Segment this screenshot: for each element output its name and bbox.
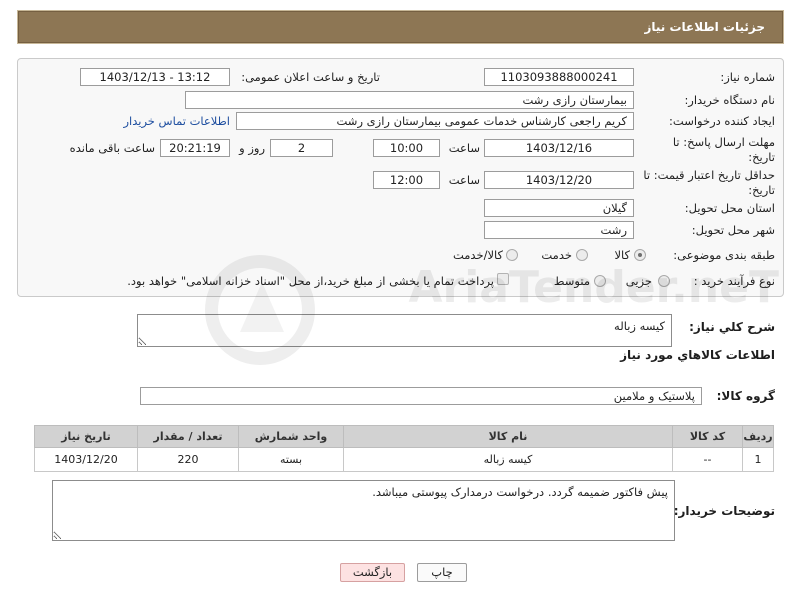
- province-field[interactable]: [484, 199, 634, 217]
- province-label: استان محل تحویل:: [684, 201, 775, 215]
- buyer-contact-link[interactable]: اطلاعات تماس خریدار: [123, 113, 230, 129]
- process-option-minor-label: جزیی: [625, 274, 652, 288]
- goods-section-title: اطلاعات کالاهاي مورد نياز: [620, 348, 775, 362]
- goods-group-field[interactable]: [140, 387, 702, 405]
- remaining-time-label: ساعت باقی مانده: [69, 141, 155, 155]
- column-header-row-number: ردیف: [742, 425, 774, 448]
- print-button[interactable]: چاپ: [417, 563, 467, 582]
- cell-row-number: 1: [742, 447, 774, 472]
- buyer-org-field[interactable]: [185, 91, 634, 109]
- category-option-service-label: خدمت: [541, 248, 572, 262]
- reply-deadline-label: مهلت ارسال پاسخ: تا: [672, 135, 775, 149]
- category-radio-goods[interactable]: [634, 249, 646, 261]
- reply-deadline-date-field[interactable]: [484, 139, 634, 157]
- requester-field[interactable]: [236, 112, 634, 130]
- column-header-item-name: نام کالا: [343, 425, 673, 448]
- column-header-unit: واحد شمارش: [238, 425, 344, 448]
- reply-deadline-label-date: تاریخ:: [748, 150, 775, 164]
- price-validity-label: حداقل تاریخ اعتبار قیمت: تا: [643, 168, 775, 182]
- treasury-checkbox[interactable]: [497, 273, 509, 285]
- category-label: طبقه بندی موضوعی:: [673, 248, 775, 262]
- reply-deadline-time-label: ساعت: [448, 141, 480, 155]
- requester-label: ایجاد کننده درخواست:: [669, 114, 775, 128]
- price-validity-time-label: ساعت: [448, 173, 480, 187]
- cell-quantity: 220: [137, 447, 239, 472]
- price-validity-time-field[interactable]: [373, 171, 440, 189]
- buyer-org-label: نام دستگاه خریدار:: [684, 93, 775, 107]
- purchase-process-label: نوع فرآیند خرید :: [693, 274, 775, 288]
- goods-group-label: گروه کالا:: [716, 389, 775, 403]
- column-header-quantity: تعداد / مقدار: [137, 425, 239, 448]
- need-number-field[interactable]: [484, 68, 634, 86]
- process-radio-medium[interactable]: [594, 275, 606, 287]
- remaining-days-label: روز و: [239, 141, 265, 155]
- cell-need-date: 1403/12/20: [34, 447, 138, 472]
- goods-table: ردیف کد کالا نام کالا واحد شمارش تعداد /…: [34, 425, 774, 472]
- announce-datetime-field[interactable]: [80, 68, 230, 86]
- description-label: شرح کلي نياز:: [689, 320, 775, 334]
- cell-item-name: کیسه زباله: [343, 447, 673, 472]
- table-row: 1 -- کیسه زباله بسته 220 1403/12/20: [34, 447, 774, 472]
- cell-unit: بسته: [238, 447, 344, 472]
- price-validity-label-date: تاریخ:: [748, 183, 775, 197]
- price-validity-date-field[interactable]: [484, 171, 634, 189]
- column-header-need-date: تاریخ نیاز: [34, 425, 138, 448]
- need-number-label: شماره نیاز:: [720, 70, 775, 84]
- process-radio-minor[interactable]: [658, 275, 670, 287]
- description-textarea[interactable]: کیسه زباله: [137, 314, 672, 347]
- category-option-goods-label: کالا: [614, 248, 630, 262]
- table-header-row: ردیف کد کالا نام کالا واحد شمارش تعداد /…: [34, 425, 774, 448]
- city-field[interactable]: [484, 221, 634, 239]
- buyer-notes-textarea[interactable]: پیش فاکتور ضمیمه گردد. درخواست درمدارک پ…: [52, 480, 675, 541]
- cell-item-code: --: [672, 447, 743, 472]
- column-header-item-code: کد کالا: [672, 425, 743, 448]
- announce-datetime-label: تاریخ و ساعت اعلان عمومی:: [241, 70, 380, 84]
- reply-deadline-time-field[interactable]: [373, 139, 440, 157]
- remaining-time-field[interactable]: [160, 139, 230, 157]
- process-option-medium-label: متوسط: [553, 274, 590, 288]
- category-option-goods-service-label: کالا/خدمت: [452, 248, 503, 262]
- buyer-notes-label: توضیحات خریدار:: [673, 504, 775, 518]
- city-label: شهر محل تحویل:: [691, 223, 775, 237]
- back-button[interactable]: بازگشت: [340, 563, 405, 582]
- page-header: جزئیات اطلاعات نیاز: [17, 10, 784, 44]
- category-radio-goods-service[interactable]: [506, 249, 518, 261]
- remaining-days-field[interactable]: [270, 139, 333, 157]
- treasury-checkbox-label: پرداخت تمام یا بخشی از مبلغ خرید،از محل …: [127, 274, 494, 288]
- page-title: جزئیات اطلاعات نیاز: [644, 20, 765, 34]
- category-radio-service[interactable]: [576, 249, 588, 261]
